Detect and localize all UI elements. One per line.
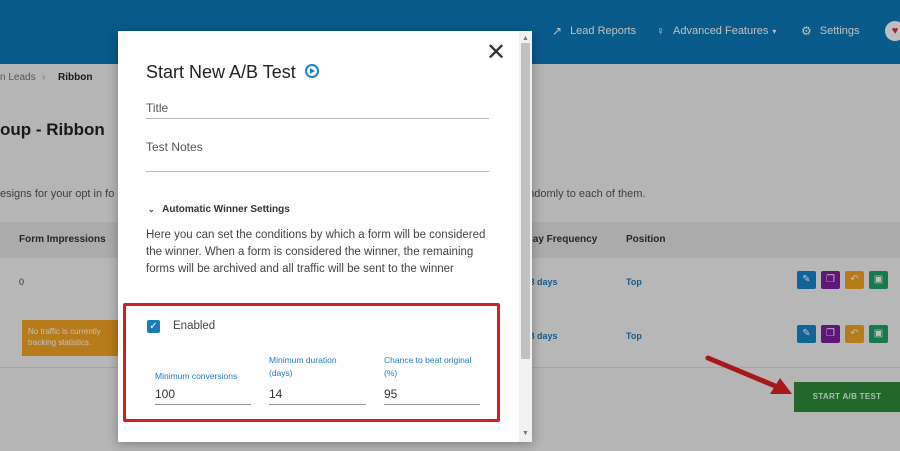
automatic-winner-heading: Automatic Winner Settings [162, 204, 290, 215]
chevron-down-icon: ⌄ [148, 205, 155, 214]
close-button[interactable]: ✕ [484, 41, 508, 67]
ab-test-modal: Start New A/B Test ✕ ⌄ Automatic Winner … [118, 31, 532, 442]
modal-title-text: Start New A/B Test [146, 62, 296, 82]
automatic-winner-description: Here you can set the conditions by which… [146, 229, 486, 275]
title-input[interactable] [146, 97, 489, 119]
automatic-winner-toggle[interactable]: ⌄ Automatic Winner Settings [148, 204, 290, 215]
test-notes-input[interactable] [146, 138, 489, 172]
play-video-icon[interactable] [304, 64, 319, 79]
scroll-down-icon[interactable]: ▼ [522, 430, 529, 437]
red-highlight-box [123, 303, 500, 422]
modal-title: Start New A/B Test [146, 62, 319, 83]
scrollbar[interactable]: ▲ ▼ [519, 31, 532, 442]
scrollbar-thumb[interactable] [521, 43, 530, 359]
scroll-up-icon[interactable]: ▲ [522, 35, 529, 42]
